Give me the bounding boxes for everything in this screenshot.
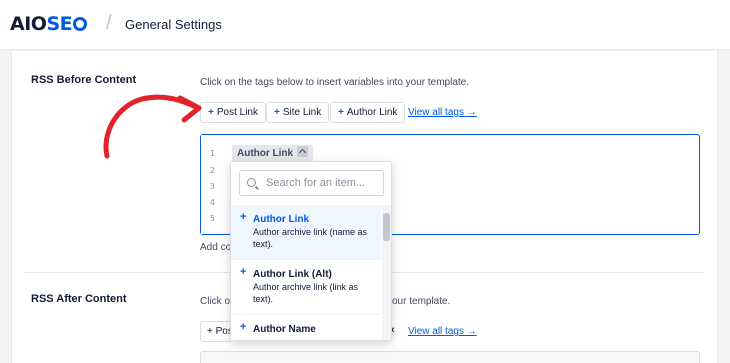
tag-post-link[interactable]: + Post Link (200, 102, 266, 123)
smart-tag-dropdown: + Author Link Author archive link (name … (230, 161, 392, 341)
tag-site-link[interactable]: + Site Link (266, 102, 330, 123)
annotation-arrow-icon (103, 94, 202, 159)
line-number: 1 (210, 149, 215, 158)
title-separator: / (106, 12, 112, 34)
search-icon (247, 178, 256, 187)
logo-text-accent: SE (46, 13, 73, 35)
search-input[interactable] (266, 175, 378, 191)
plus-icon: + (240, 211, 247, 223)
plus-icon: + (208, 107, 214, 118)
dropdown-item-author-link[interactable]: + Author Link Author archive link (name … (231, 205, 381, 260)
dropdown-item-name: Author Link (253, 214, 310, 225)
page-title: General Settings (125, 17, 222, 32)
rss-after-label: RSS After Content (31, 293, 127, 305)
dropdown-item-name: Author Link (Alt) (253, 269, 332, 280)
line-number: 3 (210, 182, 215, 191)
scrollbar-thumb[interactable] (383, 213, 390, 241)
aioseo-logo[interactable]: AIOSE (10, 13, 88, 35)
line-number: 5 (210, 214, 215, 223)
dropdown-item-description: Author archive link (name as text). (253, 227, 368, 249)
dropdown-item-name: Author Name (253, 324, 316, 335)
search-field[interactable] (239, 170, 384, 196)
tag-label: + Post (207, 326, 231, 337)
view-all-tags-link[interactable]: View all tags → (408, 107, 477, 118)
rss-after-description-end: our template. (392, 296, 451, 307)
dropdown-item-description: Author archive link (link as text). (253, 282, 359, 304)
plus-icon: + (338, 107, 344, 118)
tag-label: Site Link (282, 107, 322, 118)
line-number: 2 (210, 166, 215, 175)
rss-before-label: RSS Before Content (31, 74, 137, 86)
logo-gear-icon (73, 17, 88, 31)
tag-author-link[interactable]: + Author Link (330, 102, 406, 123)
plus-icon: + (240, 321, 247, 333)
smart-tag-label: Author Link (237, 148, 294, 159)
dropdown-scrollbar[interactable] (382, 205, 391, 340)
plus-icon: + (240, 266, 247, 278)
dropdown-list: + Author Link Author archive link (name … (231, 205, 381, 340)
tag-post-link[interactable]: + Post (200, 321, 231, 342)
plus-icon: + (274, 107, 280, 118)
tag-label: Post Link (216, 107, 258, 118)
chevron-up-icon[interactable] (297, 146, 309, 157)
rss-before-description: Click on the tags below to insert variab… (200, 77, 470, 88)
dropdown-item-author-link-alt[interactable]: + Author Link (Alt) Author archive link … (231, 260, 381, 315)
rss-after-editor[interactable] (200, 351, 700, 363)
tag-label: Author Link (346, 107, 398, 118)
dropdown-item-author-name[interactable]: + Author Name (231, 315, 381, 340)
line-number: 4 (210, 198, 215, 207)
view-all-tags-link[interactable]: View all tags → (408, 326, 477, 337)
logo-text-main: AIO (10, 13, 47, 35)
inserted-smart-tag[interactable]: Author Link (232, 145, 314, 162)
top-bar: AIOSE / General Settings (0, 0, 730, 50)
editor-helper-text: Add co (200, 242, 232, 253)
